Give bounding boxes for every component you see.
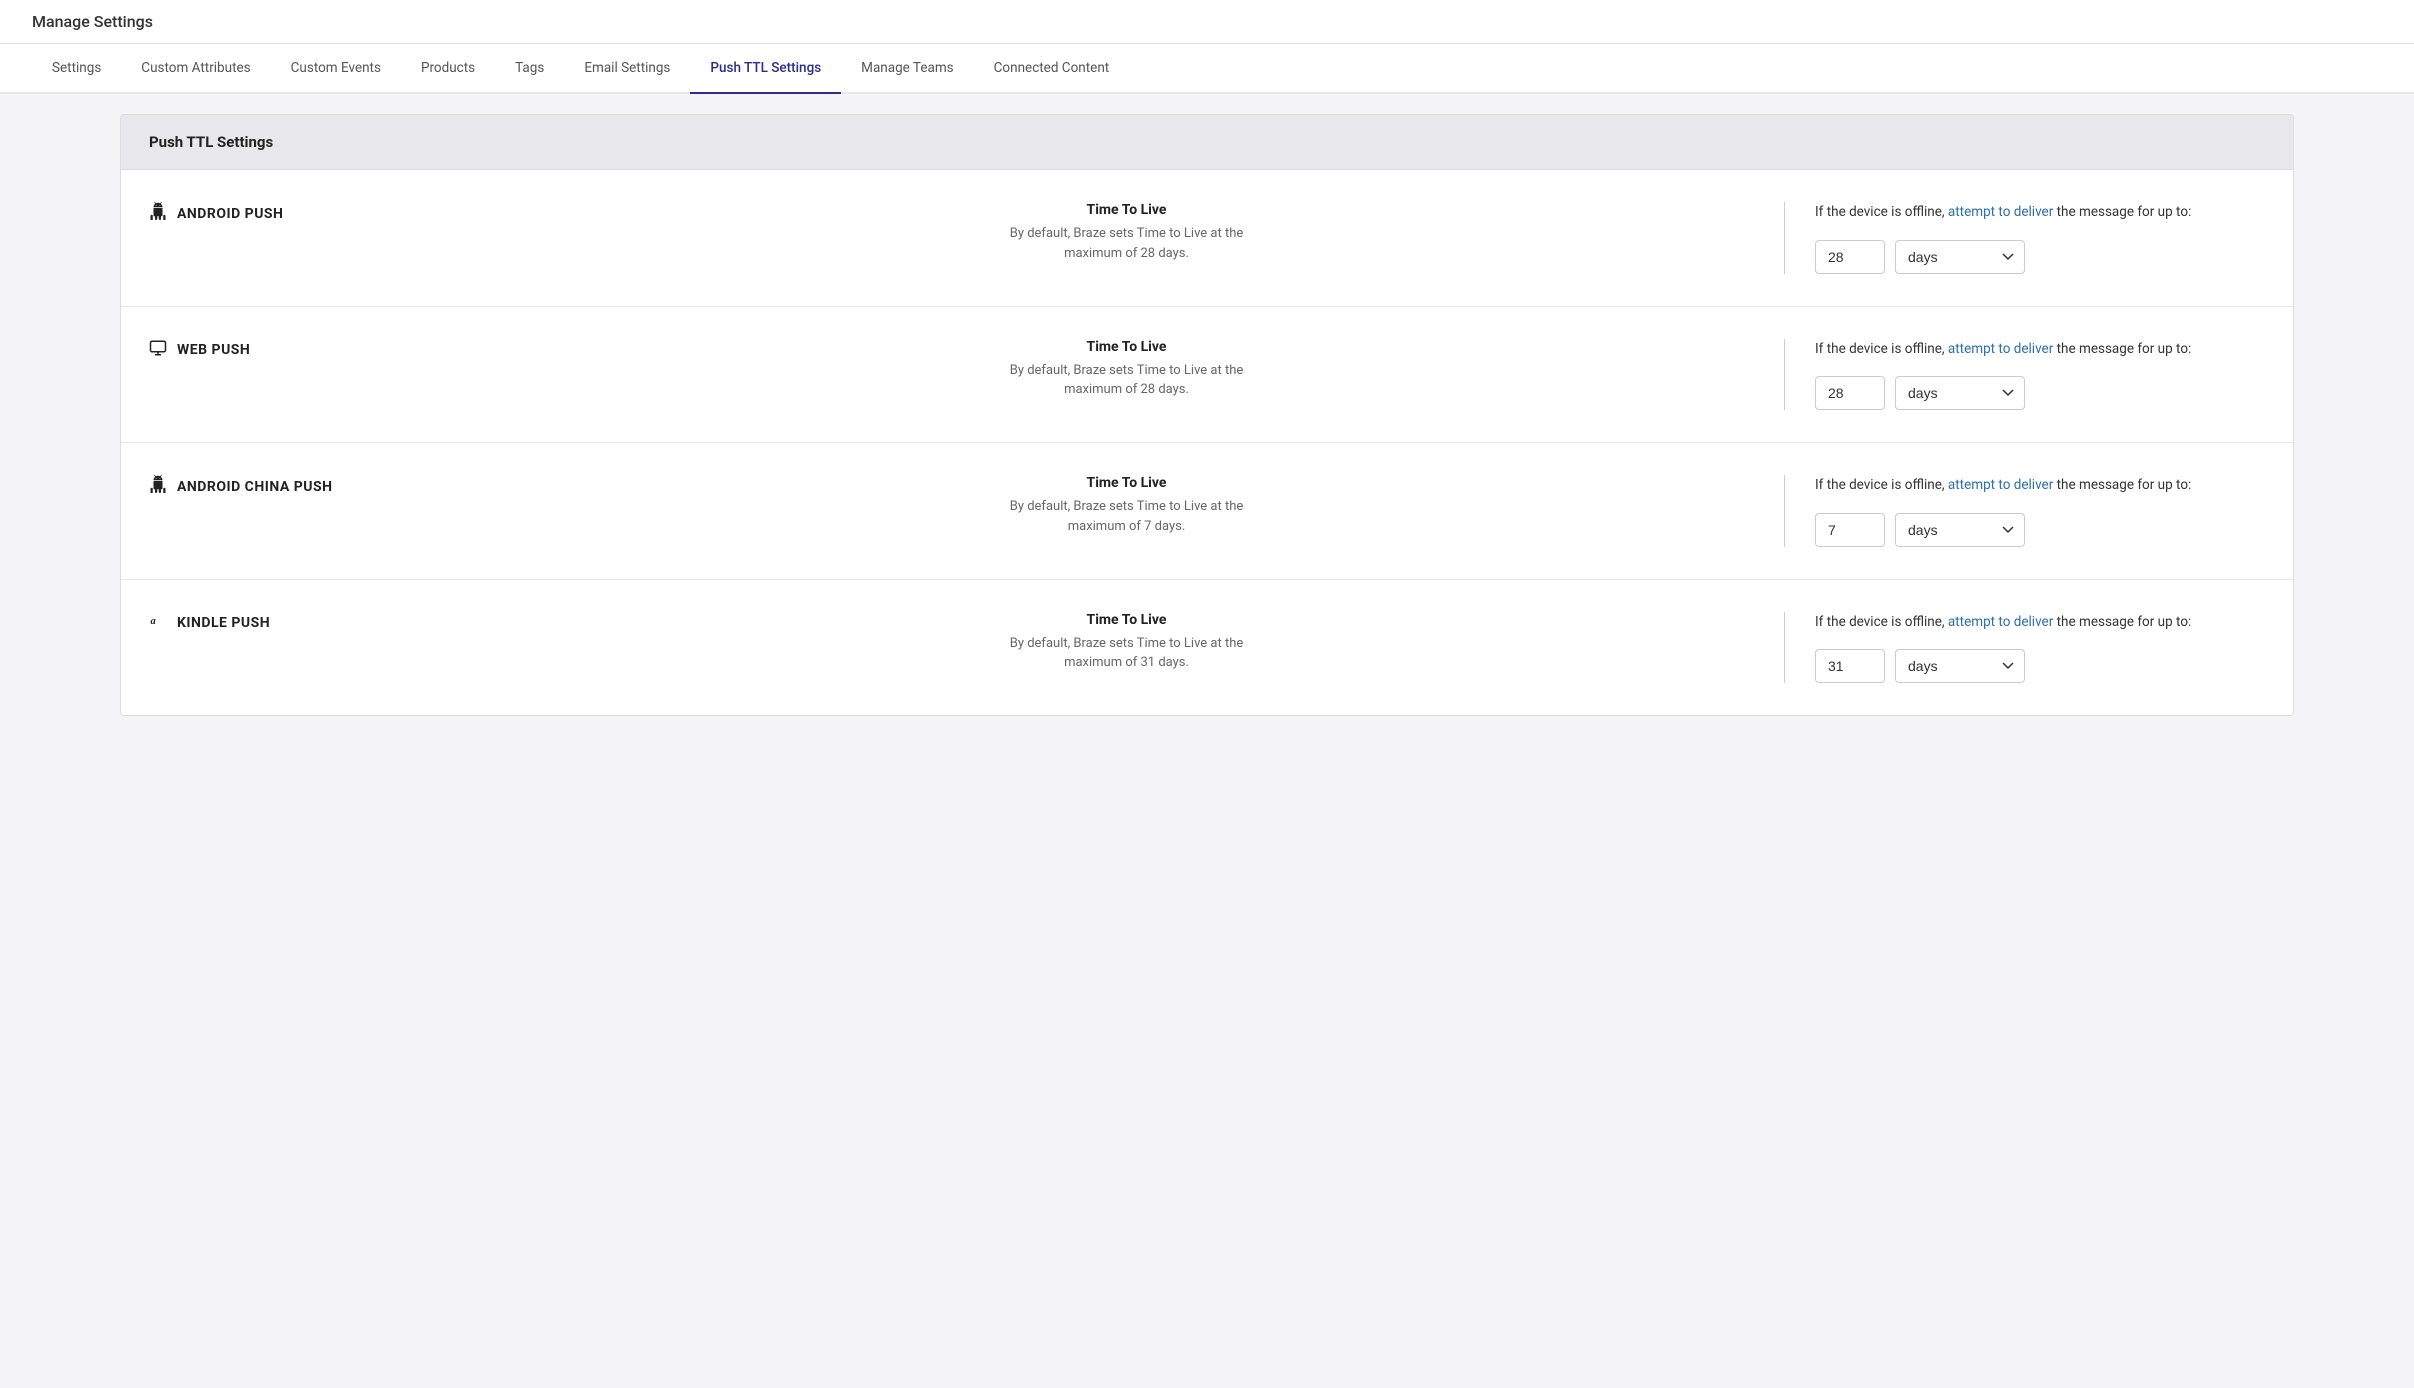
push-section-android-china-push: ANDROID CHINA PUSH Time To Live By default…: [121, 443, 2293, 580]
ttl-unit-select-android-china-push[interactable]: secondsminuteshoursdays: [1895, 513, 2025, 547]
card-header-title: Push TTL Settings: [149, 133, 273, 151]
ttl-label-kindle-push: Time To Live: [509, 612, 1744, 628]
input-row-android-push: secondsminuteshoursdays: [1815, 240, 2255, 274]
offline-text-kindle-push: If the device is offline, attempt to del…: [1815, 612, 2255, 634]
nav-item-tags[interactable]: Tags: [495, 44, 564, 94]
push-middle-kindle-push: Time To Live By default, Braze sets Time …: [489, 612, 1764, 673]
push-name-kindle-push: KINDLE PUSH: [177, 615, 270, 631]
push-middle-android-push: Time To Live By default, Braze sets Time …: [489, 202, 1764, 263]
ttl-label-web-push: Time To Live: [509, 339, 1744, 355]
offline-text-android-china-push: If the device is offline, attempt to del…: [1815, 475, 2255, 497]
nav-bar: SettingsCustom AttributesCustom EventsPr…: [0, 44, 2414, 94]
push-right-android-china-push: If the device is offline, attempt to del…: [1805, 475, 2265, 547]
nav-item-push-ttl-settings[interactable]: Push TTL Settings: [690, 44, 841, 94]
card-header: Push TTL Settings: [121, 115, 2293, 170]
push-name-android-china-push: ANDROID CHINA PUSH: [177, 479, 332, 495]
push-middle-web-push: Time To Live By default, Braze sets Time …: [489, 339, 1764, 400]
ttl-desc-android-push: By default, Braze sets Time to Live at t…: [509, 224, 1744, 263]
divider-android-china-push: [1784, 475, 1785, 547]
settings-card: Push TTL Settings ANDROID PUSH Time To Li…: [120, 114, 2294, 716]
push-left-android-push: ANDROID PUSH: [149, 202, 489, 225]
push-section-kindle-push: a KINDLE PUSH Time To Live By default, Bra…: [121, 580, 2293, 716]
push-section-web-push: WEB PUSH Time To Live By default, Braze se…: [121, 307, 2293, 444]
push-middle-android-china-push: Time To Live By default, Braze sets Time …: [489, 475, 1764, 536]
push-right-kindle-push: If the device is offline, attempt to del…: [1805, 612, 2265, 684]
push-name-android-push: ANDROID PUSH: [177, 206, 283, 222]
ttl-unit-select-web-push[interactable]: secondsminuteshoursdays: [1895, 376, 2025, 410]
ttl-value-input-kindle-push[interactable]: [1815, 649, 1885, 683]
attempt-deliver-link-web-push[interactable]: attempt to deliver: [1948, 341, 2053, 357]
push-right-web-push: If the device is offline, attempt to del…: [1805, 339, 2265, 411]
attempt-deliver-link-android-push[interactable]: attempt to deliver: [1948, 204, 2053, 220]
ttl-desc-kindle-push: By default, Braze sets Time to Live at t…: [509, 634, 1744, 673]
svg-text:a: a: [151, 616, 156, 627]
amazon-icon: a: [149, 612, 167, 635]
nav-item-custom-attributes[interactable]: Custom Attributes: [121, 44, 270, 94]
ttl-unit-select-android-push[interactable]: secondsminuteshoursdays: [1895, 240, 2025, 274]
input-row-android-china-push: secondsminuteshoursdays: [1815, 513, 2255, 547]
divider-kindle-push: [1784, 612, 1785, 684]
page-title: Manage Settings: [32, 12, 153, 31]
push-left-web-push: WEB PUSH: [149, 339, 489, 362]
nav-item-products[interactable]: Products: [401, 44, 495, 94]
ttl-label-android-push: Time To Live: [509, 202, 1744, 218]
nav-item-settings[interactable]: Settings: [32, 44, 121, 94]
divider-android-push: [1784, 202, 1785, 274]
push-name-web-push: WEB PUSH: [177, 342, 250, 358]
ttl-desc-web-push: By default, Braze sets Time to Live at t…: [509, 361, 1744, 400]
push-left-kindle-push: a KINDLE PUSH: [149, 612, 489, 635]
ttl-value-input-android-push[interactable]: [1815, 240, 1885, 274]
divider-web-push: [1784, 339, 1785, 411]
attempt-deliver-link-kindle-push[interactable]: attempt to deliver: [1948, 614, 2053, 630]
android-icon: [149, 475, 167, 498]
input-row-kindle-push: secondsminuteshoursdays: [1815, 649, 2255, 683]
ttl-desc-android-china-push: By default, Braze sets Time to Live at t…: [509, 497, 1744, 536]
nav-item-manage-teams[interactable]: Manage Teams: [841, 44, 973, 94]
input-row-web-push: secondsminuteshoursdays: [1815, 376, 2255, 410]
ttl-label-android-china-push: Time To Live: [509, 475, 1744, 491]
nav-item-email-settings[interactable]: Email Settings: [564, 44, 690, 94]
top-bar: Manage Settings: [0, 0, 2414, 44]
offline-text-web-push: If the device is offline, attempt to del…: [1815, 339, 2255, 361]
attempt-deliver-link-android-china-push[interactable]: attempt to deliver: [1948, 477, 2053, 493]
ttl-value-input-web-push[interactable]: [1815, 376, 1885, 410]
monitor-icon: [149, 339, 167, 362]
android-icon: [149, 202, 167, 225]
nav-item-connected-content[interactable]: Connected Content: [974, 44, 1130, 94]
push-left-android-china-push: ANDROID CHINA PUSH: [149, 475, 489, 498]
nav-item-custom-events[interactable]: Custom Events: [271, 44, 401, 94]
content-area: Push TTL Settings ANDROID PUSH Time To Li…: [0, 114, 2414, 716]
offline-text-android-push: If the device is offline, attempt to del…: [1815, 202, 2255, 224]
push-section-android-push: ANDROID PUSH Time To Live By default, Braz…: [121, 170, 2293, 307]
ttl-unit-select-kindle-push[interactable]: secondsminuteshoursdays: [1895, 649, 2025, 683]
push-right-android-push: If the device is offline, attempt to del…: [1805, 202, 2265, 274]
ttl-value-input-android-china-push[interactable]: [1815, 513, 1885, 547]
